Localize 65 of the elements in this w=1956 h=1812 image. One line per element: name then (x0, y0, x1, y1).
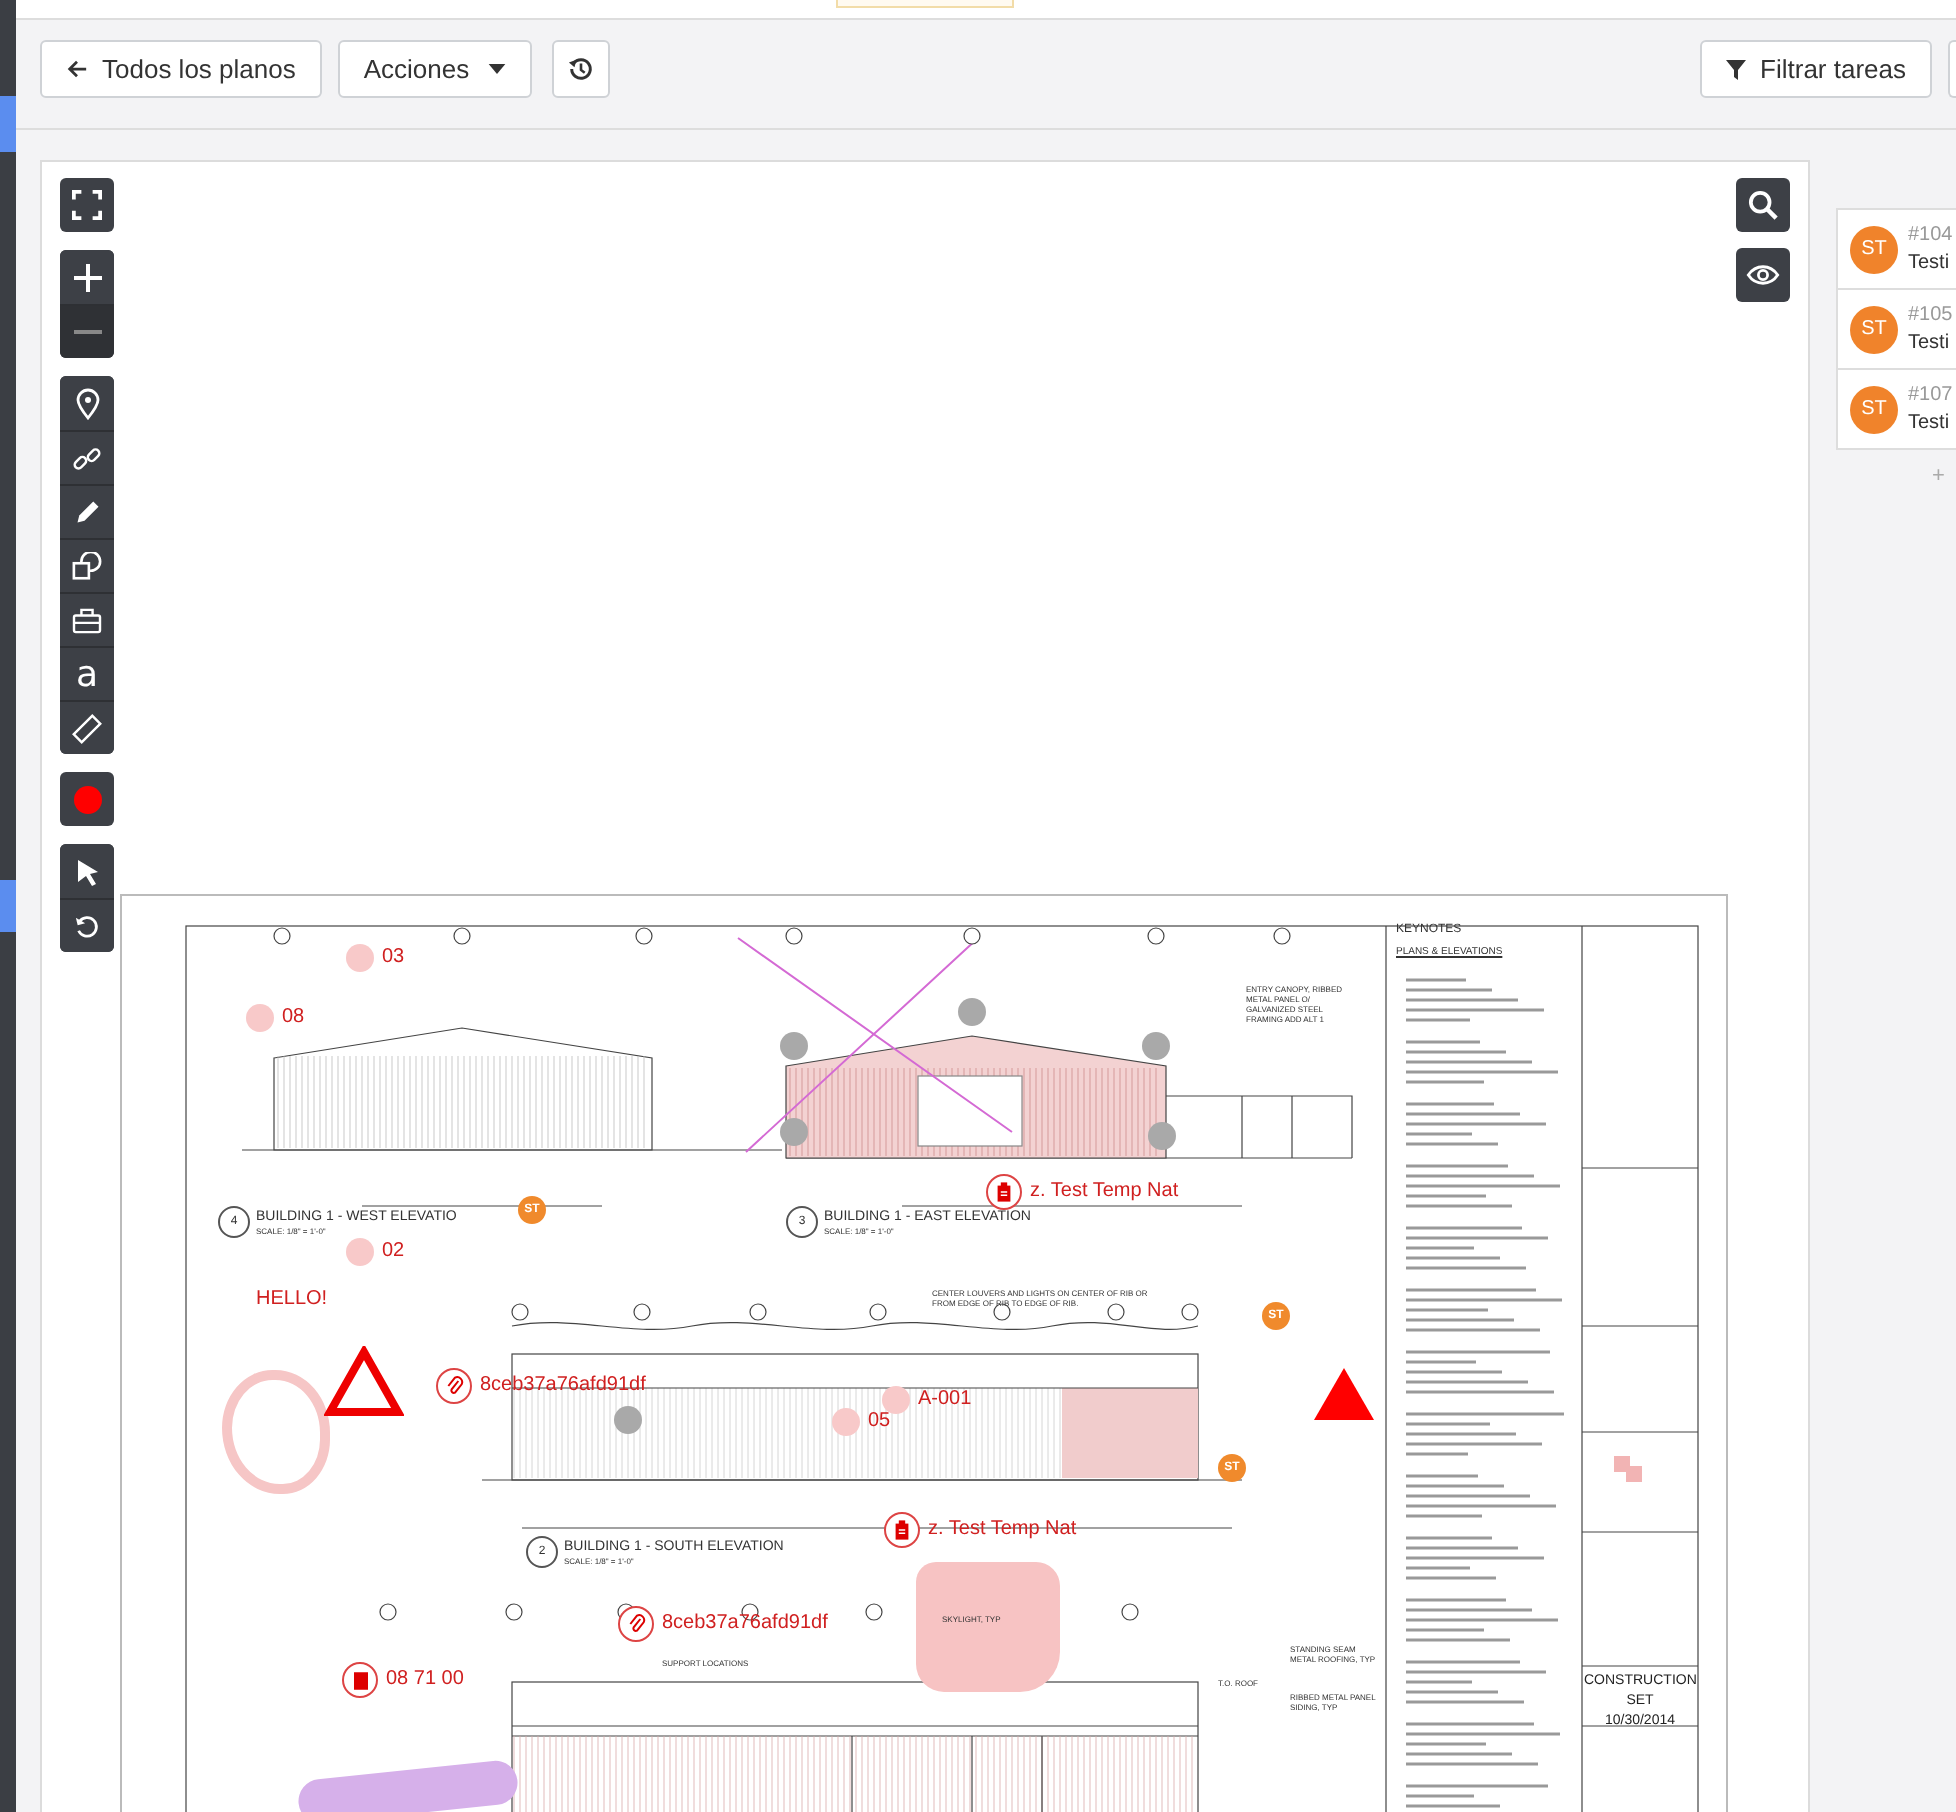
toolbox-icon (72, 607, 102, 633)
task-number: #105 (1908, 301, 1953, 329)
zoom-out-tool[interactable] (60, 304, 114, 358)
task-pin: ST (1850, 385, 1898, 433)
back-button[interactable]: Todos los planos (40, 40, 322, 98)
task-number: #107 (1908, 381, 1953, 409)
markup-dot[interactable] (882, 1386, 910, 1414)
markup-label[interactable]: 03 (382, 946, 405, 970)
paperclip-icon[interactable] (618, 1606, 654, 1642)
task-card[interactable]: ST #105 Testi (1836, 288, 1956, 370)
caret-icon (487, 64, 506, 74)
task-title: Testi (1908, 249, 1952, 277)
cursor-icon (75, 857, 99, 885)
undo-tool[interactable] (60, 898, 114, 952)
pencil-icon (73, 498, 101, 526)
markup-dot[interactable] (246, 1004, 274, 1032)
link-icon (72, 443, 102, 473)
ruler-icon (72, 713, 102, 743)
triangle-markup (324, 1346, 404, 1418)
task-title: Testi (1908, 329, 1952, 357)
markup-label[interactable]: 8ceb37a76afd91df (662, 1612, 828, 1636)
ruler-tool[interactable] (60, 700, 114, 754)
task-number: #104 (1908, 221, 1953, 249)
triangle-markup (1312, 1366, 1376, 1422)
task-pin: ST (1850, 225, 1898, 273)
history-button[interactable] (551, 40, 610, 98)
map-pin-icon (75, 387, 99, 419)
task-card[interactable]: ST #104 Testi (1836, 208, 1956, 290)
plus-icon (73, 263, 101, 291)
minus-icon (73, 330, 101, 334)
sidebar-highlight (0, 96, 16, 152)
visibility-button[interactable] (1736, 248, 1790, 302)
task-pin: ST (1850, 305, 1898, 353)
markup-label[interactable]: 8ceb37a76afd91df (480, 1374, 646, 1398)
history-icon (567, 56, 594, 82)
clipboard-icon[interactable] (986, 1174, 1022, 1210)
search-button[interactable] (1736, 178, 1790, 232)
markup-label[interactable]: A-001 (918, 1388, 972, 1412)
fullscreen-icon (72, 190, 102, 220)
markup-dot[interactable] (346, 1238, 374, 1266)
markup-label[interactable]: z. Test Temp Nat (928, 1518, 1077, 1542)
markup-dot[interactable] (832, 1408, 860, 1436)
eye-icon (1746, 264, 1780, 286)
shapes-icon (72, 551, 102, 581)
task-title: Testi (1908, 409, 1952, 437)
filter-icon (1726, 59, 1747, 79)
highlight-markup (916, 1562, 1060, 1692)
actions-dropdown[interactable]: Acciones (337, 40, 532, 98)
markup-label[interactable]: HELLO! (256, 1288, 328, 1312)
markup-label[interactable]: 02 (382, 1240, 405, 1264)
undo-icon (74, 913, 100, 939)
markup-dot[interactable] (346, 944, 374, 972)
search-icon (1748, 190, 1778, 220)
markup-label[interactable]: 08 (282, 1006, 305, 1030)
clipboard-icon[interactable] (884, 1512, 920, 1548)
task-card[interactable]: ST #107 Testi (1836, 368, 1956, 450)
markup-label[interactable]: 08 71 00 (386, 1668, 464, 1692)
circle-markup (222, 1370, 330, 1494)
markup-label[interactable]: 05 (868, 1410, 891, 1434)
markup-label[interactable]: z. Test Temp Nat (1030, 1180, 1179, 1204)
filter-button[interactable]: Filtrar tareas (1700, 40, 1932, 98)
document-icon[interactable] (342, 1662, 378, 1698)
arrow-left-icon (66, 58, 88, 80)
sidebar-highlight (0, 880, 16, 932)
paperclip-icon[interactable] (436, 1368, 472, 1404)
